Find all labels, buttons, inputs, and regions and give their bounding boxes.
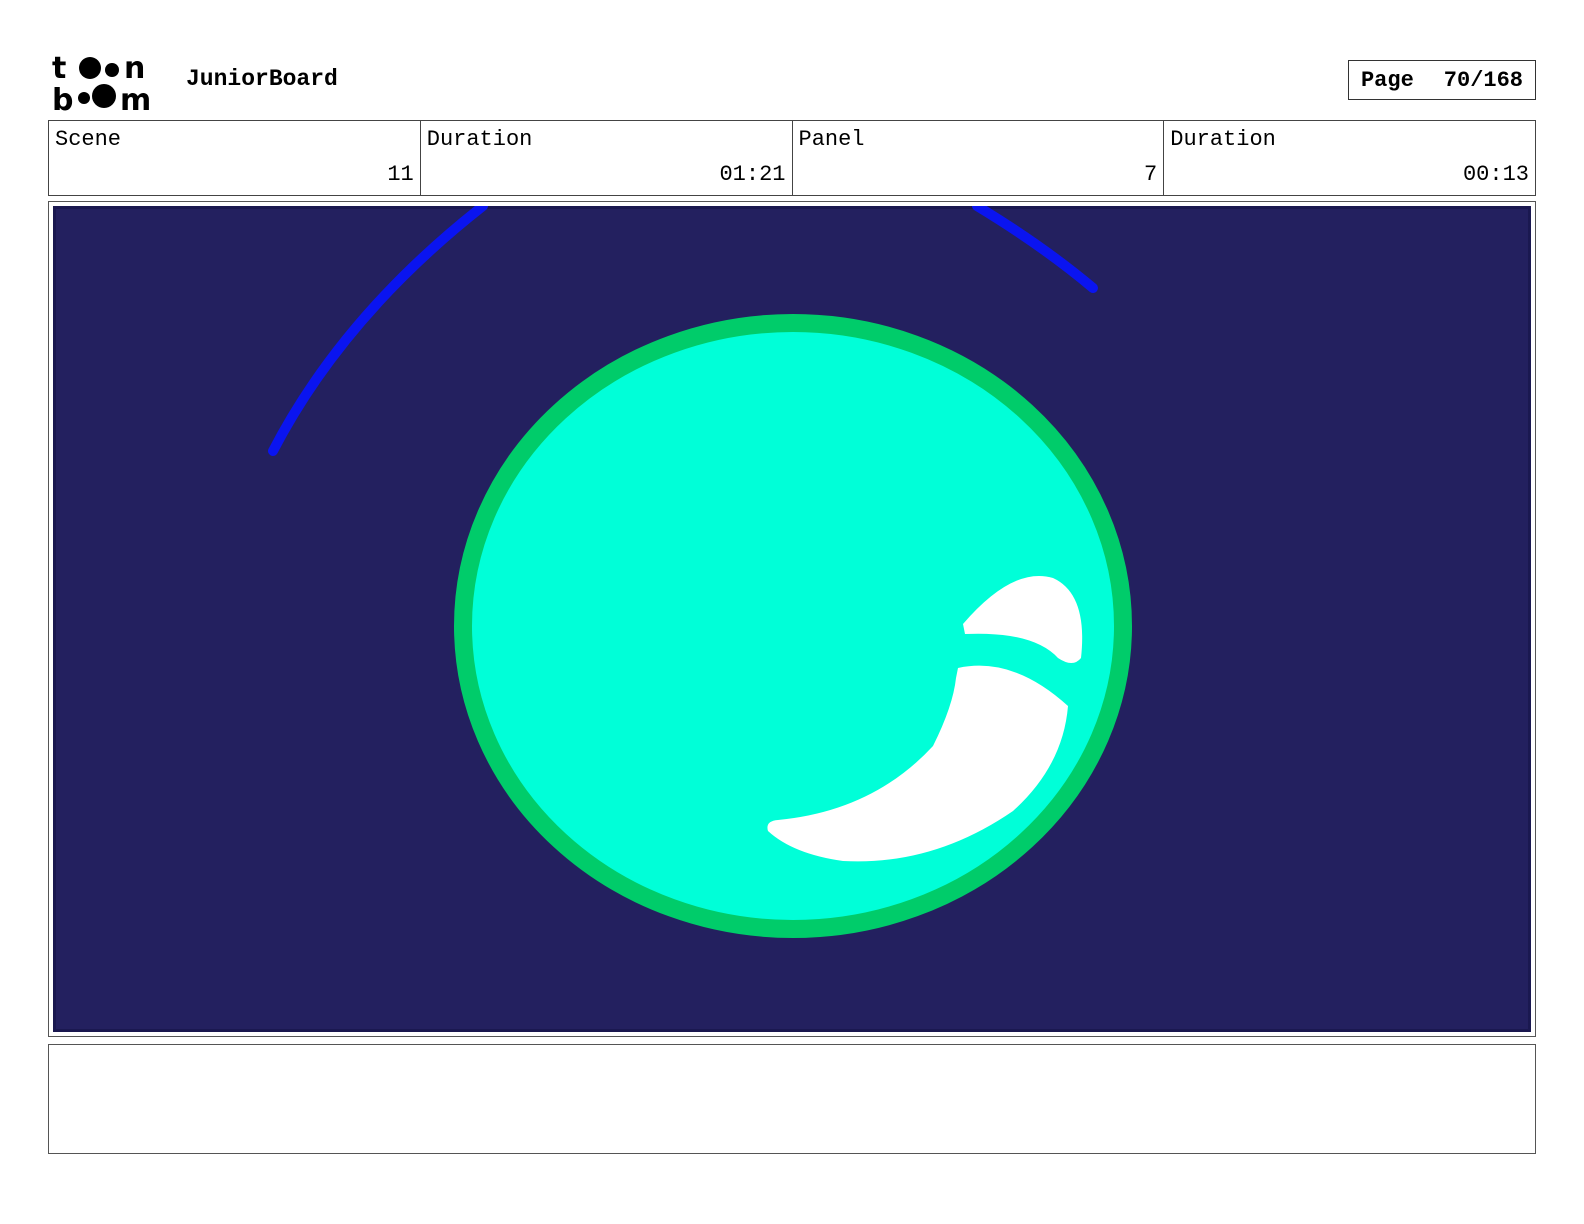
panel-duration-value: 00:13	[1462, 162, 1529, 187]
svg-text:n: n	[124, 51, 145, 86]
scene-cell: Scene 11	[49, 121, 421, 195]
page-value: 70/168	[1443, 67, 1524, 93]
scene-label: Scene	[55, 127, 122, 152]
storyboard-panel-frame	[48, 201, 1536, 1037]
panel-notes-text	[49, 1045, 1535, 1061]
scene-duration-value: 01:21	[719, 162, 786, 187]
panel-label: Panel	[798, 127, 865, 152]
scene-value: 11	[387, 162, 414, 187]
app-name: JuniorBoard	[186, 66, 338, 92]
storyboard-panel-image	[53, 206, 1531, 1032]
panel-value: 7	[1144, 162, 1158, 187]
panel-notes-box	[48, 1044, 1536, 1154]
svg-text:m: m	[120, 83, 151, 114]
panel-duration-label: Duration	[1170, 127, 1276, 152]
svg-text:b: b	[52, 83, 73, 114]
scene-duration-cell: Duration 01:21	[421, 121, 793, 195]
panel-duration-cell: Duration 00:13	[1164, 121, 1535, 195]
toonboom-logo: t n b m	[52, 50, 164, 118]
svg-text:t: t	[52, 51, 66, 86]
toonboom-logo-mark: t n b m	[52, 51, 151, 118]
page-indicator: Page 70/168	[1348, 60, 1536, 100]
page-label: Page	[1360, 67, 1414, 93]
scene-duration-label: Duration	[426, 127, 533, 152]
panel-cell: Panel 7	[793, 121, 1165, 195]
panel-info-row: Scene 11 Duration 01:21 Panel 7 Duration…	[48, 120, 1536, 196]
